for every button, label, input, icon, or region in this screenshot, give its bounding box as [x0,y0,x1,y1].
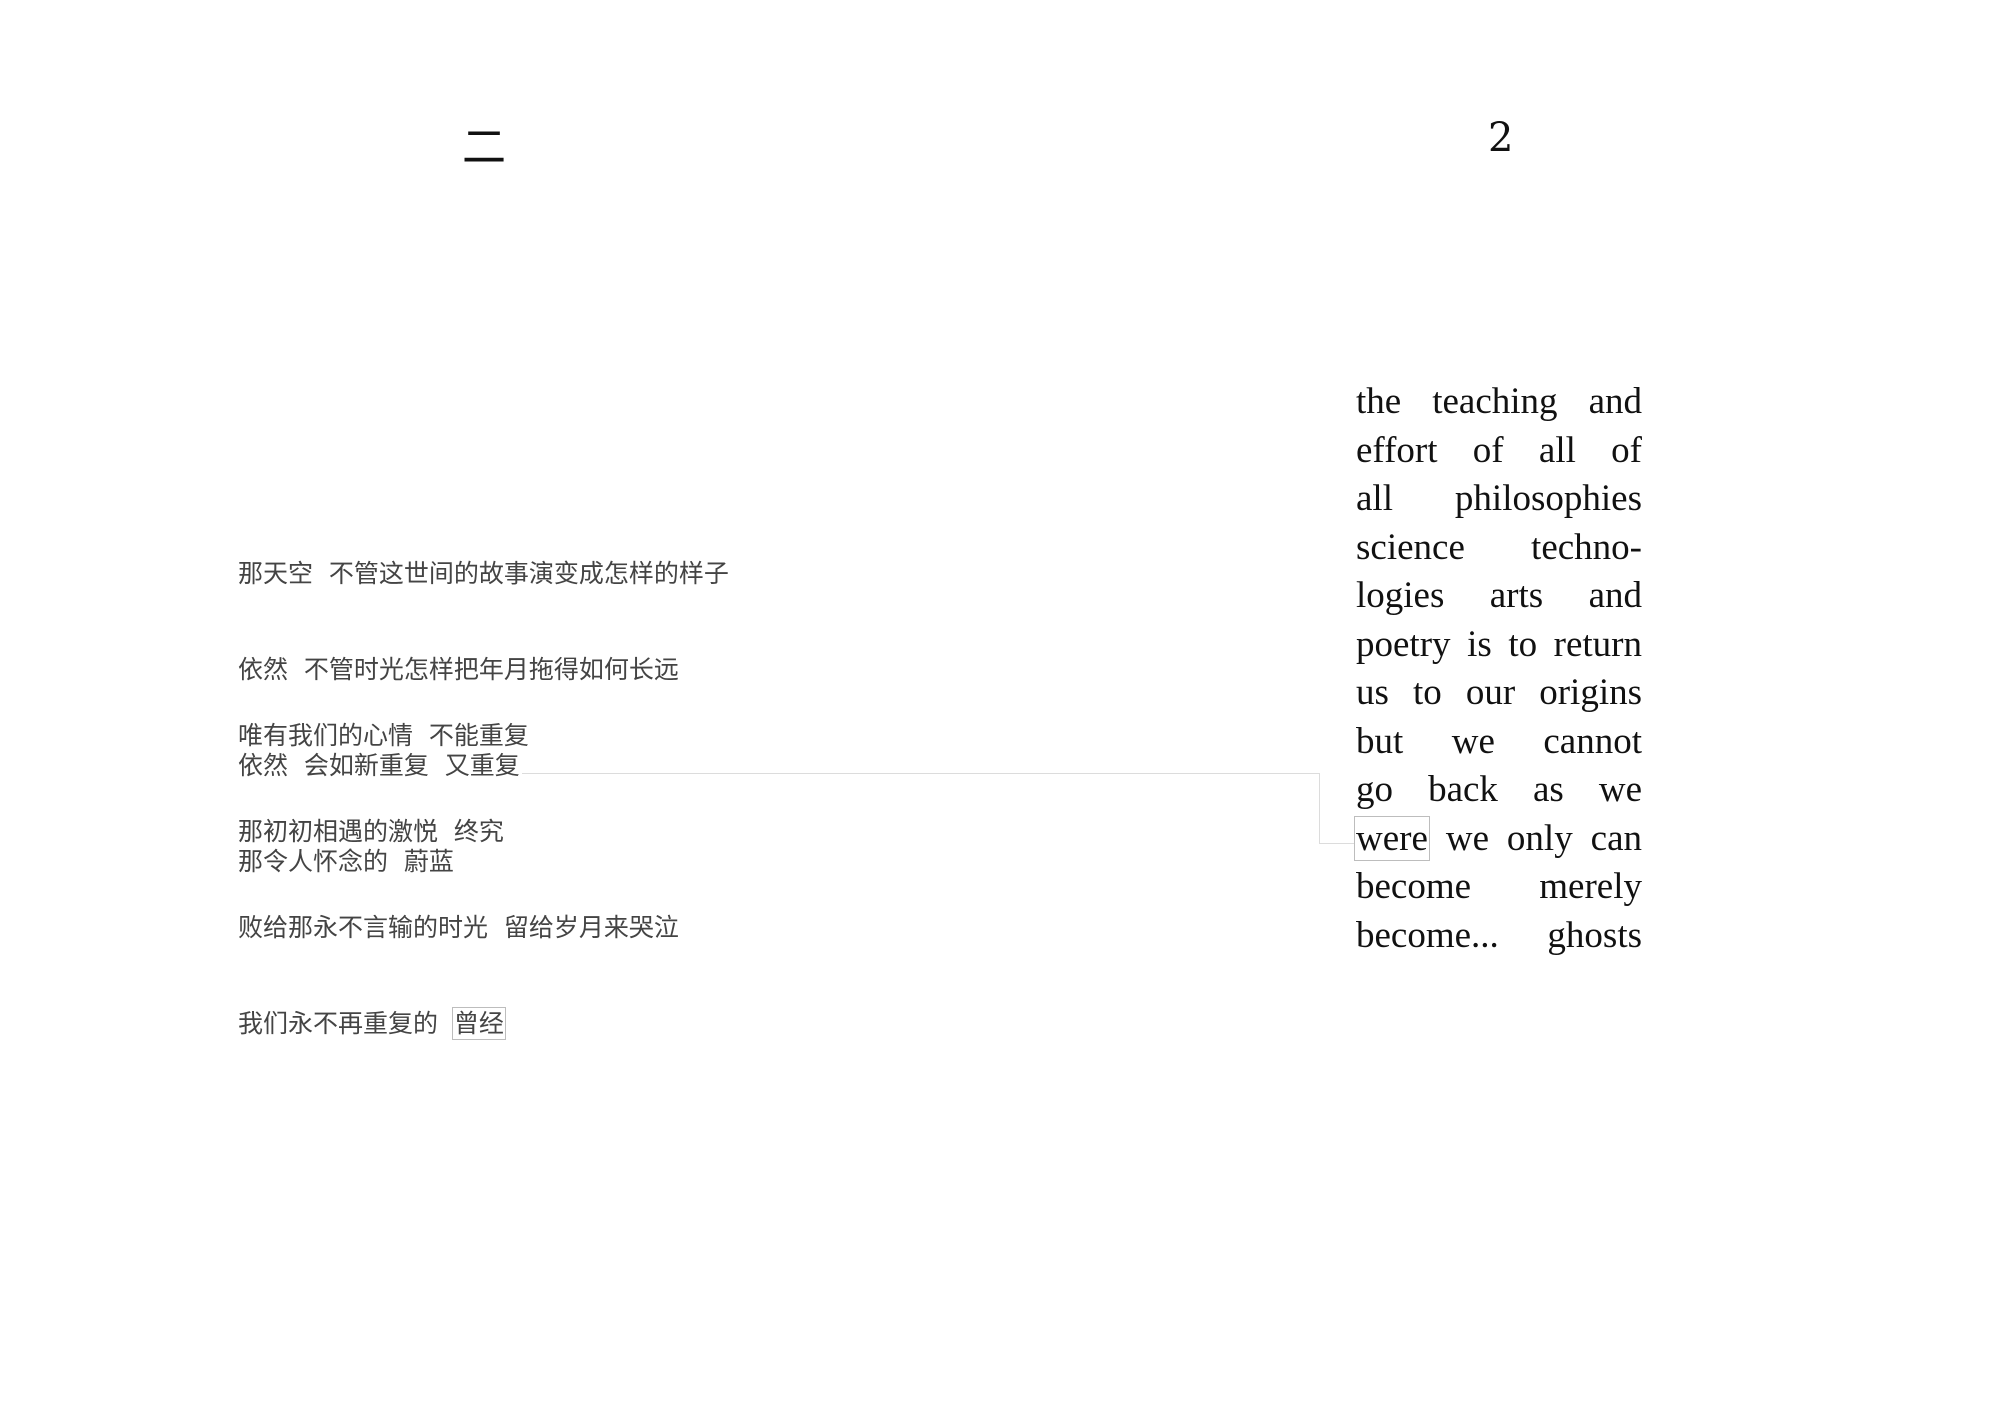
poem-line: become... ghosts [1356,914,1642,956]
poem-line: science techno- [1356,526,1642,568]
poem-line: effort of all of [1356,429,1642,471]
poem-line: the teaching and [1356,381,1642,422]
poem-line: become merely [1356,866,1642,907]
poem-line: all philosophies [1356,478,1642,519]
poem-line: poetry is to return [1356,623,1642,665]
poem-line: but we cannot [1356,720,1642,762]
connector-line [1319,773,1320,844]
poem-line: 那初初相遇的激悦 终究 [238,817,504,846]
chinese-stanza-2: 唯有我们的心情 不能重复 那初初相遇的激悦 终究 败给那永不言输的时光 留给岁月… [238,656,679,1072]
poem-line: 败给那永不言输的时光 留给岁月来哭泣 [238,913,679,942]
poem-line-rest: we only can [1445,817,1642,859]
highlighted-word-chinese: 曾经 [451,1007,506,1040]
english-poem: the teaching and effort of all of all ph… [1354,378,1642,960]
poem-line: 那天空 不管这世间的故事演变成怎样的样子 [238,559,729,588]
connector-line [1319,843,1354,844]
poem-last-line: 我们永不再重复的 曾经 [238,1007,679,1040]
poem-line: go back as we [1356,769,1642,810]
highlighted-word-english: were [1354,815,1430,861]
poem-line-prefix: 我们永不再重复的 [238,1009,454,1038]
page-number-right: 2 [1488,115,1514,161]
poem-line: logies arts and [1356,575,1642,616]
poem-line: us to our origins [1356,672,1642,713]
connector-line [522,773,1320,774]
page-number-left: 二 [462,122,506,173]
poem-line: 唯有我们的心情 不能重复 [238,721,529,750]
poem-line-highlighted: were we only can [1354,815,1642,864]
